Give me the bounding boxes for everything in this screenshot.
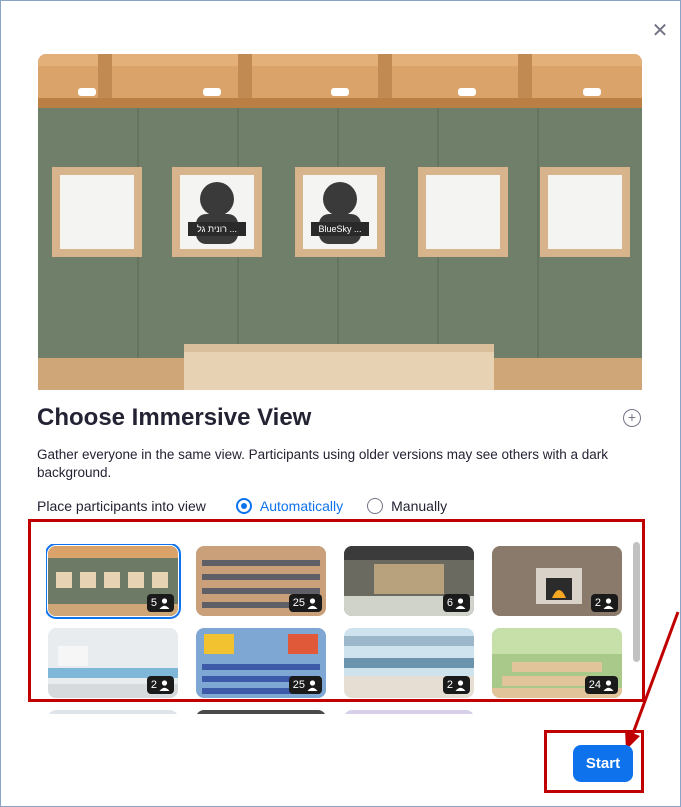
participant-name-tag: BlueSky ...	[311, 222, 369, 236]
scene-thumb-kitchen[interactable]: 2	[344, 628, 474, 698]
scene-preview: רונית גל ... BlueSky ...	[38, 54, 642, 390]
scene-thumb-more[interactable]	[196, 710, 326, 714]
radio-unselected-icon[interactable]	[367, 498, 384, 514]
dialog-description: Gather everyone in the same view. Partic…	[37, 447, 609, 480]
person-icon	[159, 597, 170, 609]
scene-thumb-more[interactable]	[48, 710, 178, 714]
person-icon	[603, 597, 614, 609]
radio-automatically[interactable]: Automatically	[235, 498, 344, 514]
placement-row: Place participants into view Automatical…	[37, 498, 447, 514]
scene-thumb-auditorium[interactable]: 25	[196, 546, 326, 616]
participant-count-badge: 25	[288, 676, 322, 694]
scene-thumb-classroom[interactable]: 25	[196, 628, 326, 698]
scene-thumb-more[interactable]	[344, 710, 474, 714]
radio-selected-icon[interactable]	[235, 498, 252, 514]
radio-label: Manually	[391, 498, 448, 514]
scene-thumb-gallery[interactable]: 5	[46, 544, 181, 619]
plus-circle-icon[interactable]: +	[623, 409, 641, 427]
person-icon	[307, 679, 318, 691]
participant-count-badge: 2	[442, 676, 470, 694]
person-icon	[455, 679, 466, 691]
participant-name-tag: רונית גל ...	[188, 222, 246, 236]
scene-grid: 5 25 6 2 2 25 2 24	[46, 544, 626, 714]
dialog-title: Choose Immersive View	[37, 404, 312, 431]
participant-count-badge: 25	[288, 594, 322, 612]
scene-thumb-lounge[interactable]: 6	[344, 546, 474, 616]
scene-thumb-office[interactable]: 2	[48, 628, 178, 698]
start-button[interactable]: Start	[573, 745, 633, 782]
close-icon[interactable]: ✕	[651, 21, 669, 41]
scene-thumb-fireplace[interactable]: 2	[492, 546, 622, 616]
placement-label: Place participants into view	[37, 498, 206, 514]
participant-count-badge: 2	[146, 676, 174, 694]
participant-count-badge: 6	[442, 594, 470, 612]
radio-label: Automatically	[259, 498, 344, 514]
person-icon	[307, 597, 318, 609]
radio-manually[interactable]: Manually	[367, 498, 447, 514]
participant-count-badge: 5	[146, 594, 174, 612]
person-icon	[159, 679, 170, 691]
person-icon	[455, 597, 466, 609]
